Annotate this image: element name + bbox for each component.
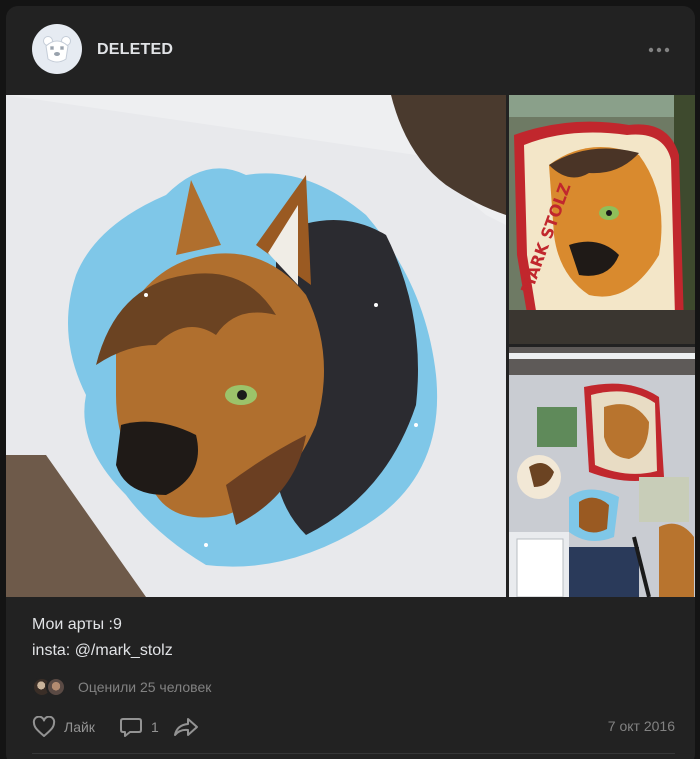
post-text: Мои арты :9 insta: @/mark_stolz <box>32 612 173 664</box>
gallery-photo-3[interactable] <box>509 347 695 597</box>
post-header: DELETED <box>6 6 695 96</box>
post-text-line-2[interactable]: insta: @/mark_stolz <box>32 638 173 664</box>
heart-outline-icon <box>32 716 56 737</box>
comment-count: 1 <box>151 719 159 735</box>
photo-gallery: MARK STOLZ <box>6 95 695 597</box>
share-arrow-icon <box>174 718 198 736</box>
author-avatar[interactable] <box>32 24 82 74</box>
post-card: DELETED MARK STOLZ Мои арты:9 insta: @/… <box>6 6 695 759</box>
like-label: Лайк <box>64 719 95 735</box>
more-horizontal-icon <box>648 47 670 53</box>
likers-text: Оценили 25 человек <box>78 679 212 695</box>
liker-avatar <box>46 677 66 697</box>
comment-icon <box>120 718 142 737</box>
deleted-user-bear-icon <box>43 36 71 63</box>
post-text-line-1: Мои арты :9 <box>32 616 122 633</box>
likers-summary[interactable]: Оценили 25 человек <box>32 676 211 698</box>
more-button[interactable] <box>645 40 673 60</box>
author-name[interactable]: DELETED <box>97 41 173 59</box>
divider <box>32 753 675 754</box>
like-button[interactable]: Лайк <box>32 712 95 742</box>
gallery-photo-main[interactable] <box>6 95 506 597</box>
post-actions: Лайк 1 7 окт 2016 <box>32 712 675 742</box>
comment-button[interactable]: 1 <box>119 712 159 742</box>
share-button[interactable] <box>173 712 199 742</box>
post-date[interactable]: 7 окт 2016 <box>608 718 675 734</box>
gallery-photo-2[interactable]: MARK STOLZ <box>509 95 695 344</box>
